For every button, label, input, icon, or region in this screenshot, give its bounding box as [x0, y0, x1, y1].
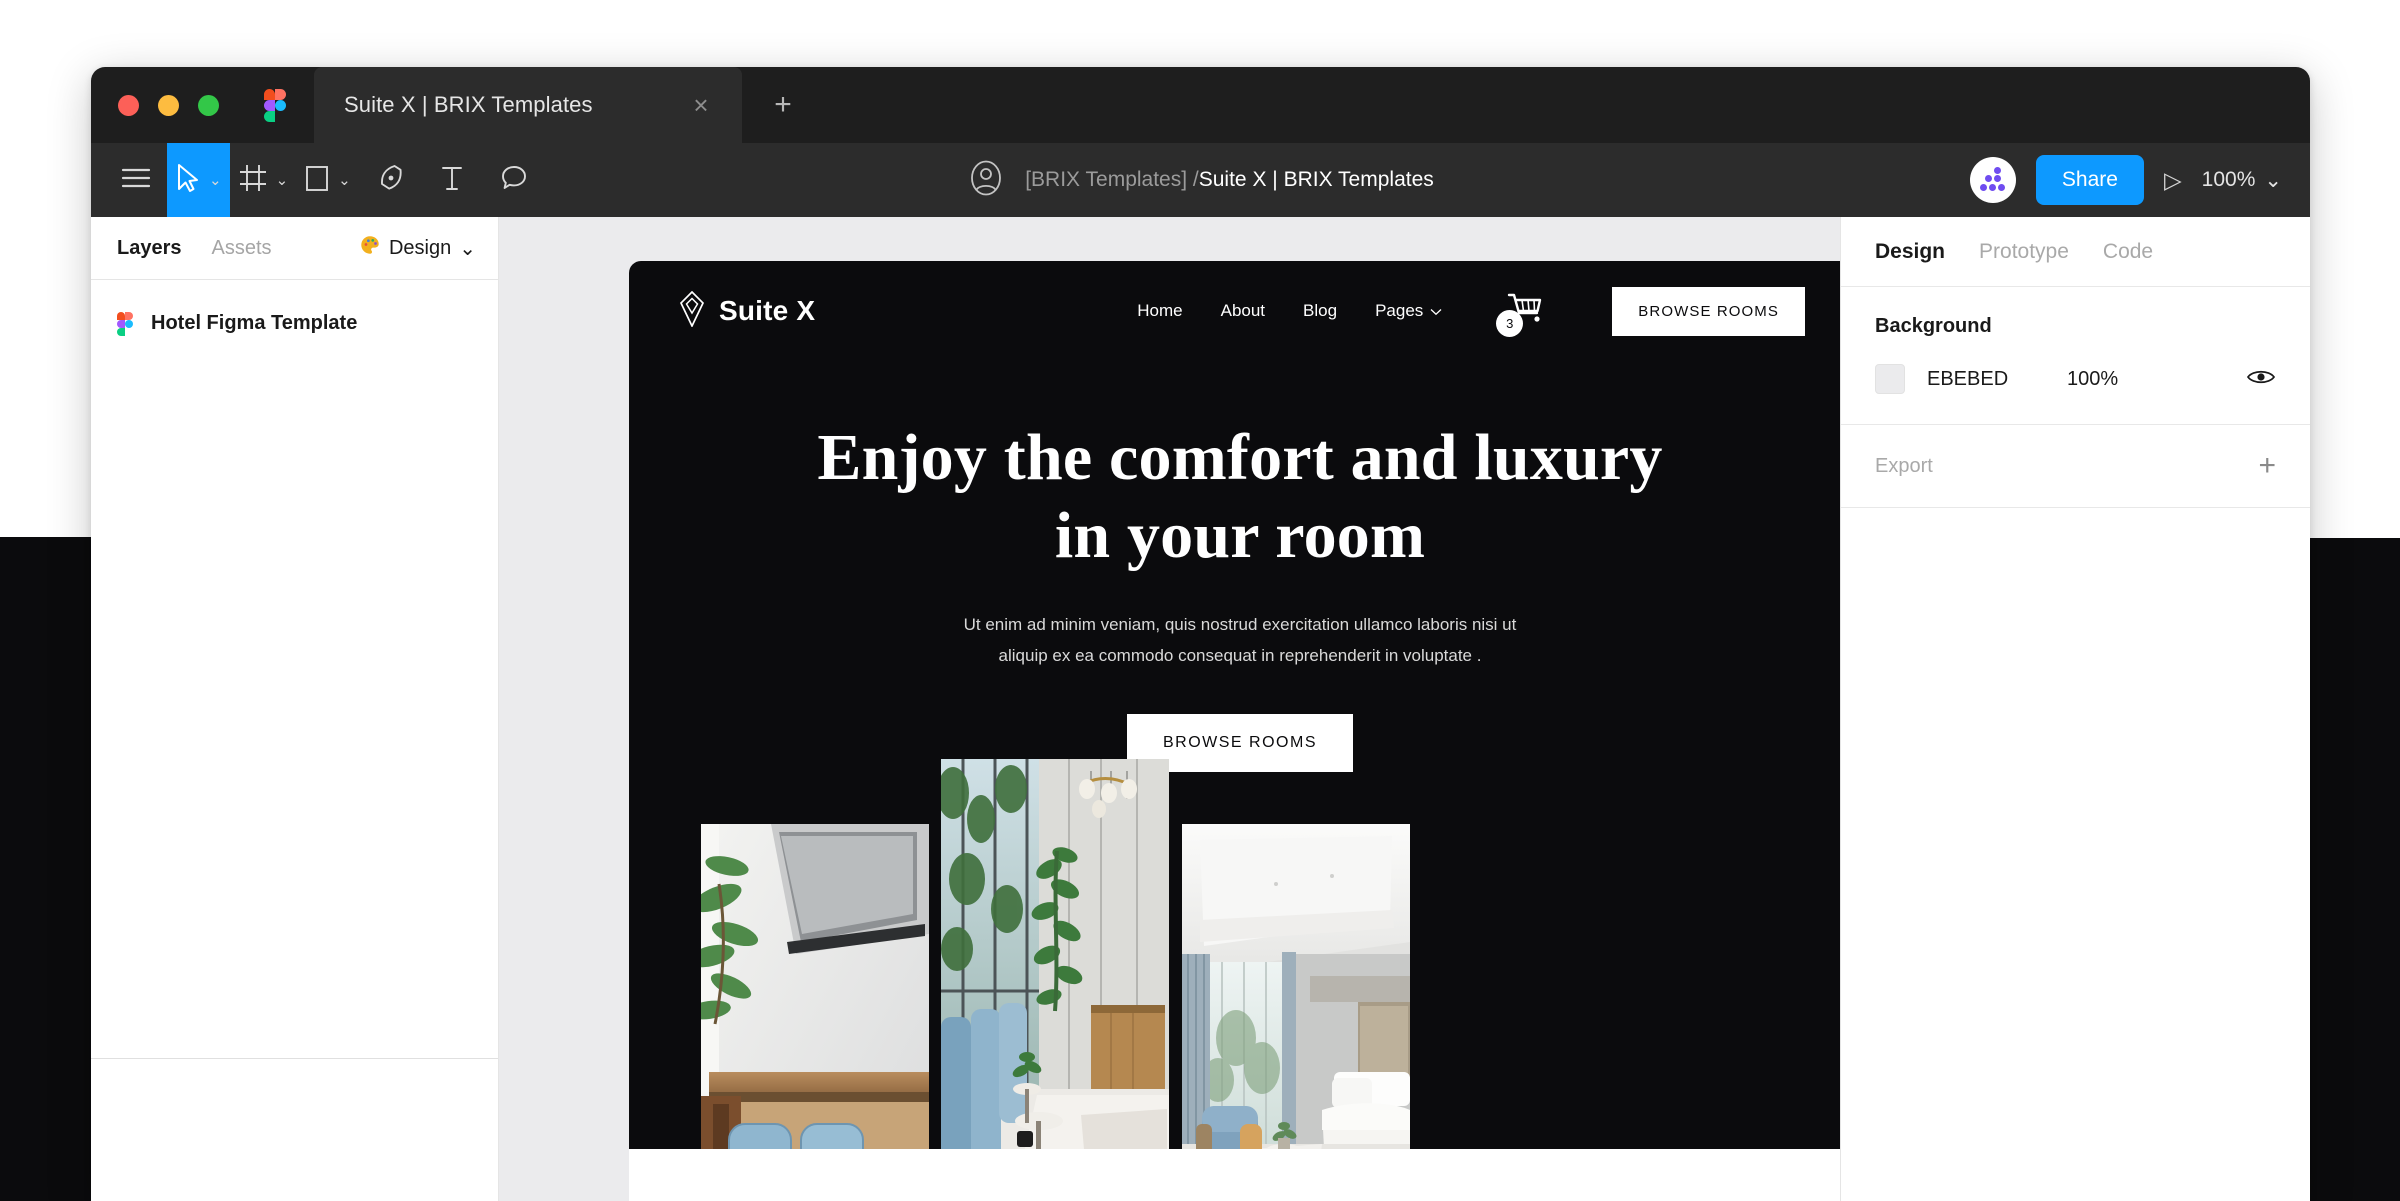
list-item[interactable]: Hotel Figma Template	[91, 302, 498, 345]
maximize-window-button[interactable]	[198, 94, 219, 116]
background-section: Background EBEBED 100%	[1841, 287, 2310, 425]
gallery-image-lobby-bar[interactable]	[701, 824, 929, 1201]
main-menu-button[interactable]	[105, 143, 167, 217]
left-sidebar-tabs: Layers Assets Design ⌄	[91, 217, 498, 280]
new-tab-icon[interactable]: +	[760, 82, 806, 128]
layer-list: Hotel Figma Template	[91, 280, 498, 345]
present-icon[interactable]: ▷	[2164, 167, 2182, 194]
tab-code[interactable]: Code	[2103, 240, 2153, 264]
close-window-button[interactable]	[118, 94, 139, 116]
tab-design[interactable]: Design	[1875, 240, 1945, 264]
breadcrumb-text: [BRIX Templates] /Suite X | BRIX Templat…	[1025, 168, 1434, 192]
text-tool-button[interactable]	[421, 143, 483, 217]
chevron-down-icon: ⌄	[459, 237, 476, 260]
user-avatar-icon	[967, 159, 1005, 202]
text-icon	[439, 163, 465, 198]
comment-icon	[500, 163, 528, 198]
hero-title: Enjoy the comfort and luxury in your roo…	[817, 421, 1663, 572]
window-tab-bar: Suite X | BRIX Templates × +	[91, 67, 2310, 143]
zoom-level-label: 100%	[2201, 168, 2256, 191]
chevron-down-icon[interactable]: ⌄	[338, 173, 351, 188]
right-sidebar: Design Prototype Code Background EBEBED …	[1840, 217, 2310, 1201]
gem-diamond-icon	[679, 290, 705, 332]
gallery-image-guest-bedroom[interactable]	[1182, 824, 1410, 1201]
navlink-about[interactable]: About	[1221, 301, 1265, 321]
navlink-home[interactable]: Home	[1137, 301, 1182, 321]
figma-logo-icon	[264, 89, 286, 122]
window-traffic-lights	[91, 94, 219, 116]
frame-icon	[238, 163, 268, 198]
hamburger-icon	[121, 167, 151, 194]
desktop-backdrop-left	[0, 537, 91, 1201]
comment-tool-button[interactable]	[483, 143, 545, 217]
minimize-window-button[interactable]	[158, 94, 179, 116]
eye-icon[interactable]	[2246, 367, 2276, 392]
left-sidebar: Layers Assets Design ⌄ Hotel Figma Templ…	[91, 217, 499, 1201]
background-hex-value[interactable]: EBEBED	[1927, 368, 2067, 391]
hero-subtitle: Ut enim ad minim veniam, quis nostrud ex…	[963, 614, 1517, 666]
figma-application-window: Suite X | BRIX Templates × + ⌄ ⌄ ⌄ [BRIX…	[91, 67, 2310, 1201]
site-lower-white-band	[629, 1149, 1840, 1201]
color-swatch[interactable]	[1875, 364, 1905, 394]
site-menu: Home About Blog Pages 3 BROWSE ROOMS	[1137, 286, 1805, 337]
navlink-label: Pages	[1375, 301, 1424, 320]
section-title-background: Background	[1875, 315, 1992, 337]
right-sidebar-tabs: Design Prototype Code	[1841, 217, 2310, 287]
pen-tool-button[interactable]	[359, 143, 421, 217]
navlink-label: Home	[1137, 301, 1183, 320]
site-brand[interactable]: Suite X	[679, 290, 816, 332]
figma-component-icon	[117, 312, 133, 336]
layer-name: Hotel Figma Template	[151, 312, 358, 334]
gallery-image-atrium-lounge[interactable]	[941, 759, 1169, 1201]
close-icon[interactable]: ×	[684, 88, 718, 122]
site-navbar: Suite X Home About Blog Pages 3 BROWSE R…	[629, 261, 1840, 361]
move-tool-button[interactable]: ⌄	[167, 143, 230, 217]
breadcrumb-project: [BRIX Templates] /	[1025, 168, 1199, 191]
background-fill-row: EBEBED 100%	[1875, 364, 2276, 394]
tab-assets[interactable]: Assets	[212, 237, 272, 260]
cart-count-badge: 3	[1496, 309, 1524, 337]
design-switcher-label: Design	[388, 236, 452, 259]
hero-section: Enjoy the comfort and luxury in your roo…	[629, 361, 1840, 772]
sidebar-divider	[91, 1058, 498, 1059]
section-title-export: Export	[1875, 454, 1933, 477]
design-file-switcher[interactable]: Design ⌄	[359, 234, 476, 262]
chevron-down-icon[interactable]: ⌄	[209, 173, 222, 188]
navlink-label: Blog	[1303, 301, 1338, 320]
palette-icon	[359, 234, 381, 262]
tab-suite-x[interactable]: Suite X | BRIX Templates ×	[314, 67, 742, 143]
tab-prototype[interactable]: Prototype	[1979, 240, 2069, 264]
breadcrumb-file: Suite X | BRIX Templates	[1198, 168, 1434, 191]
design-canvas[interactable]: Suite X Home About Blog Pages 3 BROWSE R…	[499, 217, 1840, 1201]
cursor-icon	[175, 163, 201, 198]
toolbar-right-cluster: Share ▷ 100% ⌄	[1969, 143, 2284, 217]
add-export-icon[interactable]: +	[2258, 451, 2276, 481]
workspace: Layers Assets Design ⌄ Hotel Figma Templ…	[91, 217, 2310, 1201]
nav-browse-rooms-button[interactable]: BROWSE ROOMS	[1612, 286, 1805, 336]
screenshot-root: Suite X | BRIX Templates × + ⌄ ⌄ ⌄ [BRIX…	[0, 0, 2400, 1201]
navlink-label: About	[1220, 301, 1266, 320]
chevron-down-icon[interactable]: ⌄	[276, 173, 289, 188]
tab-layers[interactable]: Layers	[117, 237, 182, 260]
pen-icon	[375, 163, 405, 198]
tab-title: Suite X | BRIX Templates	[344, 92, 593, 117]
chevron-down-icon: ⌄	[2264, 168, 2282, 192]
shopping-cart-button[interactable]: 3	[1496, 292, 1544, 337]
rectangle-icon	[304, 163, 330, 198]
share-button[interactable]: Share	[2035, 155, 2144, 205]
background-opacity-value[interactable]: 100%	[2067, 368, 2118, 391]
desktop-backdrop-right	[2310, 538, 2400, 1201]
frame-tool-button[interactable]: ⌄	[230, 143, 297, 217]
website-frame[interactable]: Suite X Home About Blog Pages 3 BROWSE R…	[629, 261, 1840, 1201]
avatar[interactable]	[1969, 157, 2016, 203]
navlink-blog[interactable]: Blog	[1303, 301, 1337, 321]
hero-gallery	[629, 759, 1840, 1201]
shape-tool-button[interactable]: ⌄	[296, 143, 359, 217]
figma-toolbar: ⌄ ⌄ ⌄ [BRIX Templates] /Suite X | BRIX T…	[91, 143, 2310, 217]
zoom-control[interactable]: 100% ⌄	[2202, 168, 2284, 193]
chevron-down-icon	[1430, 301, 1442, 321]
navlink-pages[interactable]: Pages	[1375, 301, 1442, 321]
site-brand-name: Suite X	[719, 295, 816, 326]
export-section: Export +	[1841, 425, 2310, 508]
